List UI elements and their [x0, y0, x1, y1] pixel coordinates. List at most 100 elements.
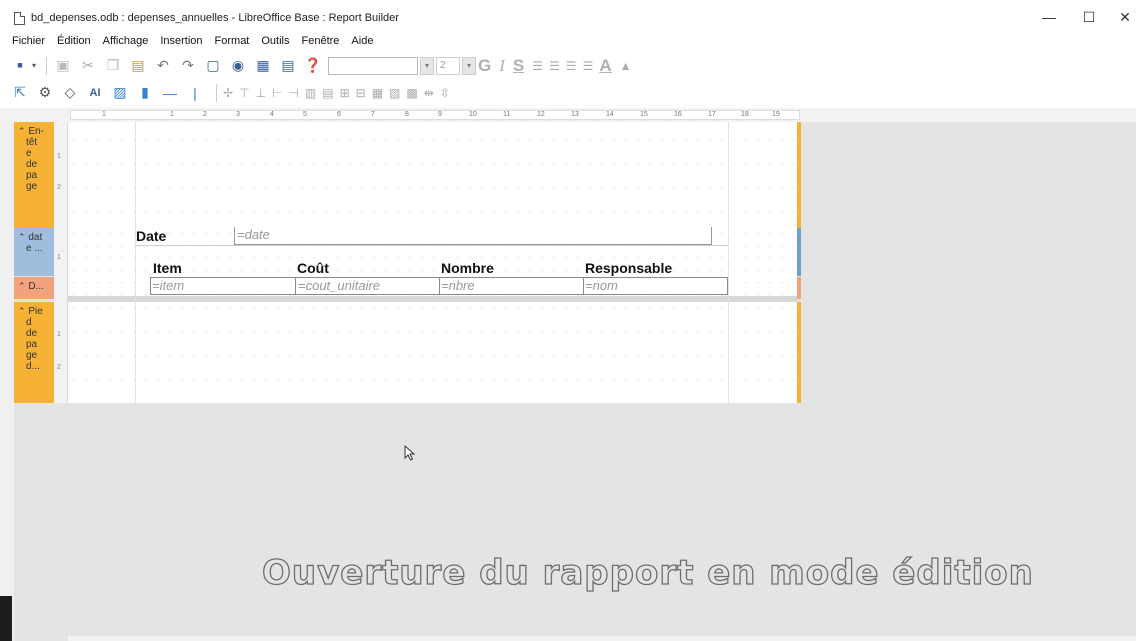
redo-icon[interactable]: ↷	[178, 56, 198, 76]
paste-icon[interactable]: ▤	[128, 56, 148, 76]
text-field-icon[interactable]: AI	[85, 83, 105, 103]
ruler-number: 4	[270, 111, 274, 118]
resize-icon[interactable]: ▩	[406, 86, 417, 100]
navigator-icon[interactable]: ◉	[228, 56, 248, 76]
collapse-icon[interactable]: ⌃	[18, 232, 26, 242]
section-detail[interactable]: ⌃ D...	[14, 277, 54, 299]
copy-icon[interactable]: ❐	[103, 56, 123, 76]
add-field-icon[interactable]: ▤	[278, 56, 298, 76]
status-bar	[68, 636, 1136, 641]
save-dropdown-icon[interactable]: ▾	[32, 61, 36, 70]
column-header-item[interactable]: Item	[153, 260, 182, 276]
align-bottom-icon[interactable]: ⊥	[256, 86, 266, 100]
gear-icon[interactable]: ⚙	[35, 83, 55, 103]
right-margin-line	[728, 122, 729, 403]
nbre-field[interactable]: =nbre	[440, 277, 584, 295]
center-horizontal-icon[interactable]: ⊞	[340, 86, 350, 100]
ruler-number: 3	[236, 111, 240, 118]
shrink-icon[interactable]: ▧	[389, 86, 400, 100]
distribute-icon[interactable]: ▦	[372, 86, 383, 100]
section-label-line: e ...	[26, 243, 43, 254]
section-label-line: e	[26, 148, 32, 159]
menu-affichage[interactable]: Affichage	[103, 32, 149, 50]
align-top-icon[interactable]: ⊤	[239, 86, 249, 100]
size-width-icon[interactable]: ⇹	[424, 86, 434, 100]
section-edge-header	[797, 122, 801, 228]
italic-button[interactable]: I	[499, 56, 505, 76]
ruler-number: 9	[438, 111, 442, 118]
font-name-input[interactable]	[328, 56, 419, 75]
collapse-icon[interactable]: ⌃	[18, 306, 26, 316]
select-pointer-icon[interactable]: ⇱	[10, 83, 30, 103]
section-date-group[interactable]: ⌃ dat e ...	[14, 228, 54, 276]
menu-insertion[interactable]: Insertion	[160, 32, 202, 50]
section-page-footer[interactable]: ⌃ Pie d de pa ge d...	[14, 302, 54, 403]
item-field[interactable]: =item	[152, 277, 296, 295]
align-left-objects-icon[interactable]: ⊢	[272, 86, 282, 100]
bold-button[interactable]: G	[478, 56, 491, 76]
menu-aide[interactable]: Aide	[351, 32, 373, 50]
page-header-area[interactable]	[68, 122, 797, 228]
section-label-line: têt	[26, 137, 38, 148]
title-bar: bd_depenses.odb : depenses_annuelles - L…	[0, 0, 1136, 32]
toolbar-separator	[46, 56, 48, 75]
section-shrink-icon[interactable]: ⇳	[440, 86, 450, 100]
sorting-grouping-icon[interactable]: ▦	[253, 56, 273, 76]
ruler-number: 19	[772, 111, 780, 118]
column-header-nombre[interactable]: Nombre	[441, 260, 494, 276]
vertical-line-icon[interactable]: |	[185, 83, 205, 103]
column-header-cout[interactable]: Coût	[297, 260, 329, 276]
same-height-icon[interactable]: ▤	[322, 86, 333, 100]
align-right-objects-icon[interactable]: ⊣	[288, 86, 298, 100]
ruler-number: 1	[170, 111, 174, 118]
underline-button[interactable]: S	[513, 56, 524, 76]
menu-edition[interactable]: Édition	[57, 32, 91, 50]
page-footer-area[interactable]	[68, 302, 797, 403]
ruler-number: 6	[337, 111, 341, 118]
cut-icon[interactable]: ✂	[78, 56, 98, 76]
close-button[interactable]: ✕	[1110, 6, 1136, 28]
align-center-icon[interactable]: ☰	[549, 59, 560, 73]
menu-outils[interactable]: Outils	[261, 32, 289, 50]
maximize-button[interactable]: ☐	[1074, 6, 1104, 28]
date-field[interactable]: =date	[234, 227, 712, 245]
horizontal-line-icon[interactable]: —	[160, 83, 180, 103]
nom-field[interactable]: =nom	[584, 277, 728, 295]
save-icon[interactable]: ▪	[10, 55, 30, 76]
menu-fichier[interactable]: Fichier	[12, 32, 45, 50]
taskbar-fragment	[0, 596, 12, 641]
section-label-line: En-	[28, 126, 44, 137]
align-right-icon[interactable]: ☰	[566, 59, 577, 73]
ruler-number: 17	[708, 111, 716, 118]
align-left-icon[interactable]: ☰	[532, 59, 543, 73]
font-size-input[interactable]: 2	[436, 56, 461, 75]
font-color-icon[interactable]: A	[599, 56, 611, 76]
ruler-number: 11	[503, 111, 511, 118]
image-icon[interactable]: ▨	[110, 83, 130, 103]
center-vertical-icon[interactable]: ⊟	[356, 86, 366, 100]
font-name-dropdown-icon[interactable]: ▾	[420, 56, 435, 75]
execute-report-icon[interactable]: ▢	[203, 56, 223, 76]
cout-unitaire-field[interactable]: =cout_unitaire	[296, 277, 440, 295]
section-page-header[interactable]: ⌃ En- têt e de pa ge	[14, 122, 54, 228]
undo-icon[interactable]: ↶	[153, 56, 173, 76]
minimize-button[interactable]: —	[1034, 6, 1064, 28]
collapse-icon[interactable]: ⌃	[18, 126, 26, 136]
same-width-icon[interactable]: ▥	[305, 86, 316, 100]
chart-icon[interactable]: ▮	[135, 83, 155, 103]
collapse-icon[interactable]: ⌃	[18, 281, 26, 291]
label-icon[interactable]: ◇	[60, 83, 80, 103]
align-objects-icon[interactable]: ✢	[223, 86, 233, 100]
export-pdf-icon[interactable]: ▣	[53, 56, 73, 76]
ruler-number: 1	[102, 111, 106, 118]
menu-fenetre[interactable]: Fenêtre	[302, 32, 340, 50]
background-color-icon[interactable]: ▲	[620, 59, 632, 73]
left-margin-line	[135, 122, 136, 403]
date-label[interactable]: Date	[136, 228, 166, 244]
justify-icon[interactable]: ☰	[583, 59, 594, 73]
column-header-responsable[interactable]: Responsable	[585, 260, 672, 276]
section-label-line: D...	[28, 281, 44, 292]
font-size-dropdown-icon[interactable]: ▾	[462, 56, 477, 75]
menu-format[interactable]: Format	[215, 32, 250, 50]
help-icon[interactable]: ❓	[303, 56, 323, 76]
